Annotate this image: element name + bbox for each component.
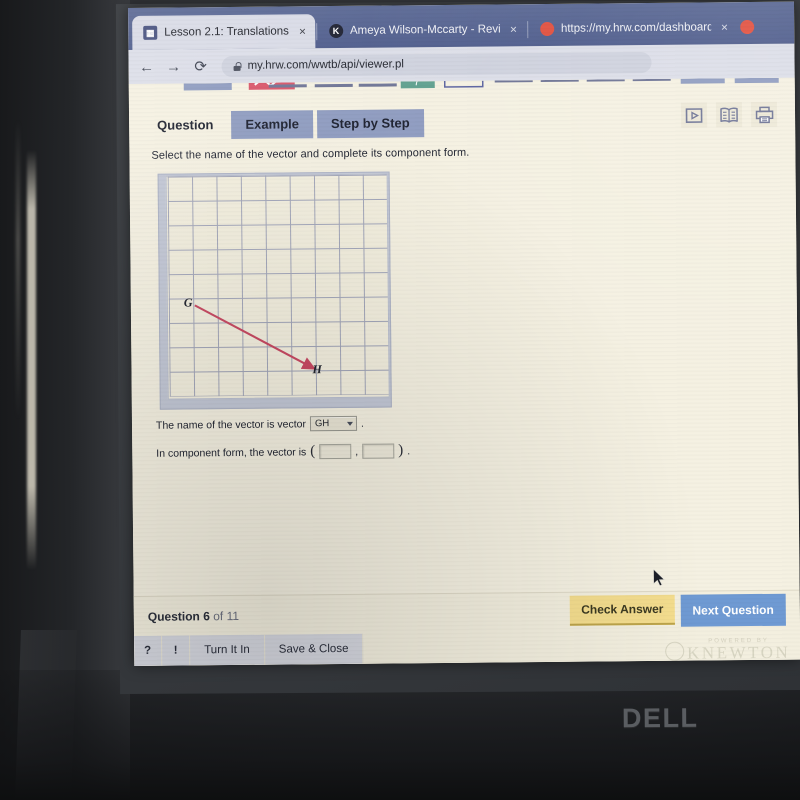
monitor-photo: DELL ▦ Lesson 2.1: Translations × K Amey… <box>0 0 800 800</box>
browser-toolbar: ← → ⟳ my.hrw.com/wwtb/api/viewer.pl <box>128 43 795 84</box>
tab-question[interactable]: Question <box>143 111 228 140</box>
close-icon[interactable]: × <box>718 20 728 34</box>
browser-tab-lesson[interactable]: ▦ Lesson 2.1: Translations × <box>132 14 316 50</box>
page-content: 7 Question Example Step by Step Select t… <box>128 77 800 666</box>
point-label-h: H <box>312 362 322 377</box>
vector-name-row: The name of the vector is vector GH . <box>156 412 798 433</box>
answer-area: The name of the vector is vector GH . In… <box>132 404 798 462</box>
browser-tab-partial[interactable] <box>737 10 754 44</box>
point-label-g: G <box>183 295 193 310</box>
url-text: my.hrw.com/wwtb/api/viewer.pl <box>247 58 404 72</box>
comma: , <box>355 445 359 458</box>
reload-icon[interactable]: ⟳ <box>192 58 208 75</box>
tab-divider <box>526 21 529 39</box>
browser-tab-title: https://my.hrw.com/dashboard/ <box>560 21 711 35</box>
chevron-down-icon <box>346 421 354 426</box>
footer-bottom-bar: ? ! Turn It In Save & Close POWERED BY K… <box>134 629 800 666</box>
turn-it-in-button[interactable]: Turn It In <box>190 634 265 666</box>
vector-gh <box>194 304 317 370</box>
red-dot-icon <box>739 19 754 35</box>
component-y-input[interactable] <box>362 443 395 459</box>
screen: ▦ Lesson 2.1: Translations × K Ameya Wil… <box>128 1 800 666</box>
back-icon[interactable]: ← <box>138 58 154 75</box>
question-counter-total: of 11 <box>213 608 240 623</box>
browser-tabstrip: ▦ Lesson 2.1: Translations × K Ameya Wil… <box>128 1 795 50</box>
lesson-footer: Question 6 of 11 Check Answer Next Quest… <box>133 589 800 666</box>
open-paren: ( <box>310 443 316 460</box>
knewton-glyph-icon <box>664 641 685 661</box>
address-bar[interactable]: my.hrw.com/wwtb/api/viewer.pl <box>221 51 652 77</box>
vector-name-label: The name of the vector is vector <box>155 417 307 432</box>
browser-tab-title: Lesson 2.1: Translations <box>164 25 289 39</box>
play-video-icon[interactable] <box>680 102 708 128</box>
close-paren: ) <box>398 442 404 459</box>
question-counter-current: Question 6 <box>147 608 210 624</box>
footer-top-row: Question 6 of 11 Check Answer Next Quest… <box>133 589 800 636</box>
light-reflection-thin <box>16 120 20 420</box>
knewton-brand-label: KNEWTON <box>687 642 791 663</box>
knewton-watermark: POWERED BY KNEWTON <box>664 638 791 663</box>
red-dot-icon <box>539 21 554 37</box>
component-form-row: In component form, the vector is ( , ) . <box>156 439 798 462</box>
period: . <box>360 417 364 430</box>
lock-icon <box>234 61 241 70</box>
component-form-label: In component form, the vector is <box>156 445 307 460</box>
tab-divider <box>315 23 318 41</box>
forward-icon[interactable]: → <box>165 58 181 75</box>
light-reflection <box>27 150 36 570</box>
close-icon[interactable]: × <box>507 22 517 36</box>
print-icon[interactable] <box>750 101 778 128</box>
lesson-tabs: Question Example Step by Step <box>129 94 795 140</box>
info-button[interactable]: ! <box>162 635 191 666</box>
browser-tab-dashboard[interactable]: https://my.hrw.com/dashboard/ × <box>529 10 737 46</box>
browser-tab-ameya[interactable]: K Ameya Wilson-Mccarty - Revised × <box>318 12 526 48</box>
vector-arrow-layer <box>194 304 317 370</box>
document-icon: ▦ <box>143 25 158 40</box>
save-and-close-button[interactable]: Save & Close <box>264 633 364 665</box>
next-question-button[interactable]: Next Question <box>680 593 786 627</box>
vector-name-select[interactable]: GH <box>309 415 358 432</box>
question-counter: Question 6 of 11 <box>148 608 239 623</box>
vector-graph: G H <box>157 171 392 410</box>
tab-example[interactable]: Example <box>231 110 314 140</box>
period: . <box>407 444 411 457</box>
dell-logo: DELL <box>622 703 699 735</box>
footer-actions: Check Answer Next Question <box>570 593 786 628</box>
dell-logo-text: DELL <box>621 702 699 734</box>
help-button[interactable]: ? <box>134 635 163 666</box>
component-x-input[interactable] <box>319 443 352 460</box>
mouse-cursor <box>653 568 666 587</box>
close-icon[interactable]: × <box>296 24 306 38</box>
knewton-k-icon: K <box>328 23 343 39</box>
browser-tab-title: Ameya Wilson-Mccarty - Revised <box>349 23 500 37</box>
vector-name-select-value: GH <box>314 418 330 430</box>
lesson-tool-icons <box>680 101 778 128</box>
book-icon[interactable] <box>715 102 743 128</box>
check-answer-button[interactable]: Check Answer <box>570 594 675 626</box>
tab-step-by-step[interactable]: Step by Step <box>316 109 424 139</box>
